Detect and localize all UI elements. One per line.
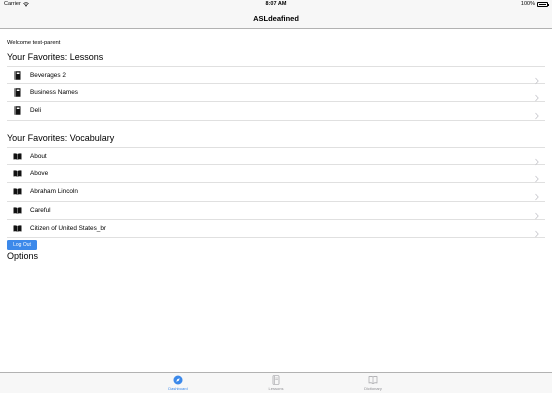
book-icon xyxy=(13,187,22,196)
vocabulary-row[interactable]: Abraham Lincoln xyxy=(7,183,545,202)
logout-button[interactable]: Log Out xyxy=(7,240,37,250)
welcome-message: Welcome test-parent xyxy=(7,40,61,46)
notebook-icon xyxy=(13,70,22,80)
lesson-label: Deli xyxy=(30,107,42,115)
chevron-right-icon xyxy=(533,72,540,85)
vocabulary-row[interactable]: Citizen of United States_br xyxy=(7,220,545,238)
tab-dashboard[interactable]: Dashboard xyxy=(158,373,198,393)
battery-icon xyxy=(537,2,549,7)
book-icon xyxy=(368,376,378,384)
vocabulary-label: Citizen of United States_br xyxy=(30,224,107,232)
lesson-label: Beverages 2 xyxy=(30,71,66,79)
notebook-icon xyxy=(13,106,22,116)
book-icon xyxy=(13,206,22,215)
notebook-icon xyxy=(272,375,280,385)
vocabulary-label: About xyxy=(30,152,47,160)
navigation-bar: ASLdeafined xyxy=(0,9,552,29)
tab-lessons-label: Lessons xyxy=(268,386,284,391)
chevron-right-icon xyxy=(533,225,540,238)
battery-percent: 100% xyxy=(520,1,535,7)
vocabulary-label: Careful xyxy=(30,206,51,214)
lesson-row[interactable]: Deli xyxy=(7,102,545,121)
tab-lessons[interactable]: Lessons xyxy=(256,373,296,393)
status-time: 8:07 AM xyxy=(265,1,287,7)
chevron-right-icon xyxy=(533,188,540,201)
options-section-title: Options xyxy=(7,251,39,261)
vocabulary-row[interactable]: Above xyxy=(7,165,545,184)
compass-icon xyxy=(173,375,183,385)
tab-dictionary[interactable]: Dictionary xyxy=(353,373,393,393)
book-icon xyxy=(13,224,22,233)
vocabulary-row[interactable]: Careful xyxy=(7,202,545,220)
battery-info: 100% xyxy=(520,0,549,9)
vocabulary-row[interactable]: About xyxy=(7,147,545,166)
vocabulary-list: About Above Abraham Lincoln Careful Citizen … xyxy=(7,147,545,238)
tab-bar: Dashboard Lessons Dictionary xyxy=(0,372,552,393)
chevron-right-icon xyxy=(533,107,540,120)
status-bar: Carrier 8:07 AM 100% xyxy=(0,0,552,9)
lessons-section-title: Your Favorites: Lessons xyxy=(7,52,104,62)
chevron-right-icon xyxy=(533,207,540,219)
notebook-icon xyxy=(13,88,22,98)
chevron-right-icon xyxy=(533,153,540,166)
book-icon xyxy=(13,152,22,161)
vocabulary-label: Above xyxy=(30,170,49,178)
vocabulary-section-title: Your Favorites: Vocabulary xyxy=(7,133,115,143)
lesson-row[interactable]: Business Names xyxy=(7,84,545,103)
lesson-row[interactable]: Beverages 2 xyxy=(7,66,545,85)
lessons-list: Beverages 2 Business Names Deli xyxy=(7,66,545,121)
chevron-right-icon xyxy=(533,89,540,102)
book-icon xyxy=(13,169,22,178)
vocabulary-label: Abraham Lincoln xyxy=(30,188,78,196)
tab-dictionary-label: Dictionary xyxy=(364,386,382,391)
lesson-label: Business Names xyxy=(30,89,78,97)
chevron-right-icon xyxy=(533,170,540,183)
tab-dashboard-label: Dashboard xyxy=(168,386,188,391)
nav-title: ASLdeafined xyxy=(253,14,299,23)
